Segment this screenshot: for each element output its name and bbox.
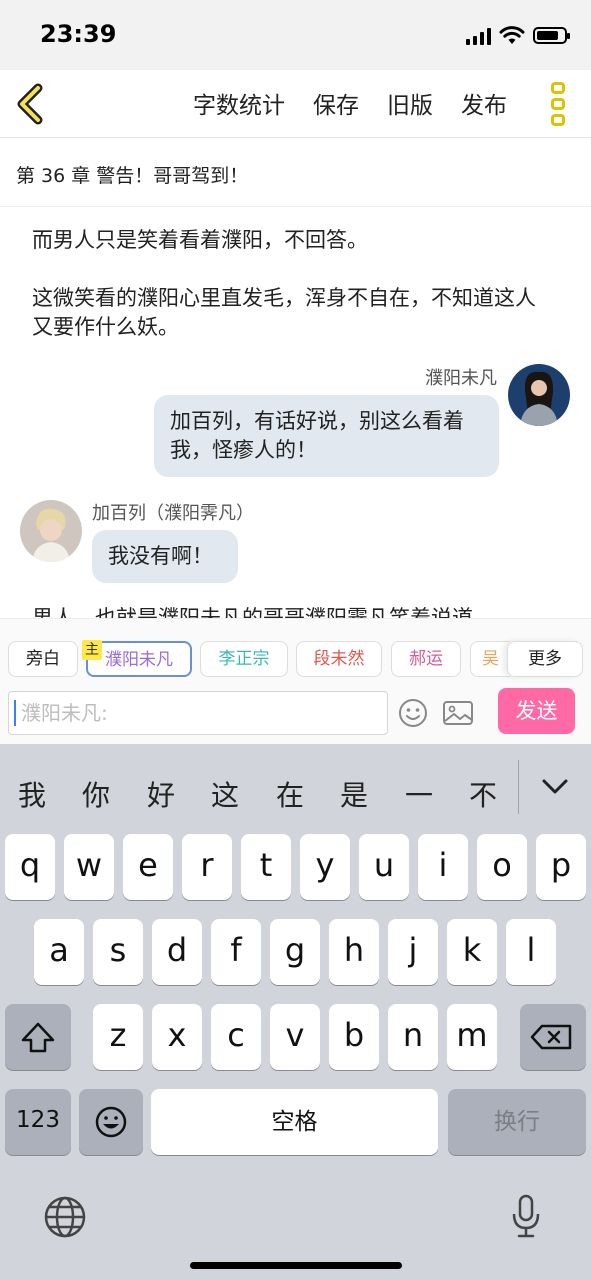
key-m[interactable]: m	[447, 1004, 497, 1070]
space-key[interactable]: 空格	[151, 1089, 438, 1155]
speaker-name: 濮阳未凡	[425, 368, 497, 389]
key-u[interactable]: u	[359, 834, 409, 900]
key-y[interactable]: y	[300, 834, 350, 900]
backspace-key[interactable]	[520, 1004, 586, 1070]
key-q[interactable]: q	[5, 834, 55, 900]
narration-paragraph: 而男人只是笑着看着濮阳，不回答。	[32, 228, 368, 252]
narration-paragraph: 男人，也就是濮阳未凡的哥哥濮阳霁凡笑着说道	[32, 606, 473, 618]
key-i[interactable]: i	[418, 834, 468, 900]
narration-chip[interactable]: 旁白	[8, 641, 78, 677]
image-icon[interactable]	[442, 698, 474, 728]
key-v[interactable]: v	[270, 1004, 320, 1070]
status-bar: 23:39	[0, 0, 591, 70]
keyboard: 我 你 好 这 在 是 一 不 q w e r t y u i o p a s …	[0, 744, 591, 1280]
candidate-word[interactable]: 是	[334, 774, 374, 814]
role-chip[interactable]: 李正宗	[200, 641, 288, 677]
key-g[interactable]: g	[270, 919, 320, 985]
chevron-left-icon	[17, 83, 43, 125]
backspace-icon	[530, 1024, 572, 1050]
home-indicator[interactable]	[190, 1262, 402, 1269]
divider	[518, 760, 519, 814]
key-d[interactable]: d	[152, 919, 202, 985]
key-t[interactable]: t	[241, 834, 291, 900]
back-button[interactable]	[12, 82, 52, 126]
story-content[interactable]: 而男人只是笑着看着濮阳，不回答。 这微笑看的濮阳心里直发毛，浑身不自在，不知道这…	[0, 208, 591, 618]
key-f[interactable]: f	[211, 919, 261, 985]
chat-bubble[interactable]: 我没有啊！	[92, 530, 238, 583]
candidate-word[interactable]: 你	[76, 774, 116, 814]
avatar[interactable]	[20, 500, 82, 562]
status-icons	[466, 26, 570, 45]
save-button[interactable]: 保存	[313, 86, 359, 120]
emoji-icon[interactable]	[398, 698, 428, 728]
speaker-name: 加百列（濮阳霁凡）	[92, 503, 254, 524]
key-s[interactable]: s	[93, 919, 143, 985]
return-key[interactable]: 换行	[448, 1089, 586, 1155]
key-h[interactable]: h	[329, 919, 379, 985]
key-w[interactable]: w	[64, 834, 114, 900]
publish-button[interactable]: 发布	[461, 86, 507, 120]
input-row: 发送	[0, 688, 591, 744]
chat-bubble[interactable]: 加百列，有话好说，别这么看着我，怪瘆人的！	[154, 395, 499, 477]
role-chip[interactable]: 吴	[470, 641, 510, 677]
main-role-badge: 主	[82, 640, 102, 660]
key-l[interactable]: l	[506, 919, 556, 985]
microphone-icon[interactable]	[506, 1192, 546, 1240]
old-version-button[interactable]: 旧版	[387, 86, 433, 120]
key-j[interactable]: j	[388, 919, 438, 985]
candidate-bar: 我 你 好 这 在 是 一 不	[0, 744, 591, 838]
send-button[interactable]: 发送	[498, 688, 575, 734]
key-z[interactable]: z	[93, 1004, 143, 1070]
word-count-button[interactable]: 字数统计	[193, 86, 285, 120]
candidate-word[interactable]: 在	[270, 774, 310, 814]
top-nav: 字数统计 保存 旧版 发布	[0, 70, 591, 138]
key-k[interactable]: k	[447, 919, 497, 985]
status-time: 23:39	[40, 20, 117, 48]
wifi-icon	[499, 26, 525, 44]
globe-icon[interactable]	[42, 1194, 88, 1240]
key-r[interactable]: r	[182, 834, 232, 900]
chapter-header: 第 36 章 警告！哥哥驾到！	[0, 139, 591, 207]
candidate-word[interactable]: 一	[399, 774, 439, 814]
role-chip[interactable]: 郝运	[391, 641, 461, 677]
message-input[interactable]	[8, 691, 388, 735]
role-chip[interactable]: 段未然	[296, 641, 382, 677]
key-b[interactable]: b	[329, 1004, 379, 1070]
more-icon[interactable]	[551, 82, 569, 126]
key-a[interactable]: a	[34, 919, 84, 985]
text-caret	[14, 700, 16, 726]
nav-actions: 字数统计 保存 旧版 发布	[193, 86, 507, 120]
key-n[interactable]: n	[388, 1004, 438, 1070]
battery-level	[537, 31, 558, 40]
more-roles-button[interactable]: 更多	[507, 641, 583, 677]
key-e[interactable]: e	[123, 834, 173, 900]
signal-icon	[466, 27, 491, 45]
numbers-key[interactable]: 123	[5, 1089, 71, 1155]
candidate-word[interactable]: 不	[463, 774, 503, 814]
key-c[interactable]: c	[211, 1004, 261, 1070]
chapter-title[interactable]: 第 36 章 警告！哥哥驾到！	[16, 161, 248, 188]
shift-key[interactable]	[5, 1004, 71, 1070]
chevron-down-icon[interactable]	[538, 772, 572, 802]
avatar[interactable]	[508, 364, 570, 426]
shift-icon	[21, 1022, 55, 1053]
emoji-key[interactable]	[79, 1089, 143, 1155]
emoji-icon	[95, 1106, 127, 1138]
key-p[interactable]: p	[536, 834, 586, 900]
key-o[interactable]: o	[477, 834, 527, 900]
candidate-word[interactable]: 好	[141, 774, 181, 814]
candidate-word[interactable]: 我	[12, 774, 52, 814]
candidate-word[interactable]: 这	[205, 774, 245, 814]
key-x[interactable]: x	[152, 1004, 202, 1070]
battery-icon	[533, 27, 570, 44]
narration-paragraph: 这微笑看的濮阳心里直发毛，浑身不自在，不知道这人又要作什么妖。	[32, 286, 536, 339]
